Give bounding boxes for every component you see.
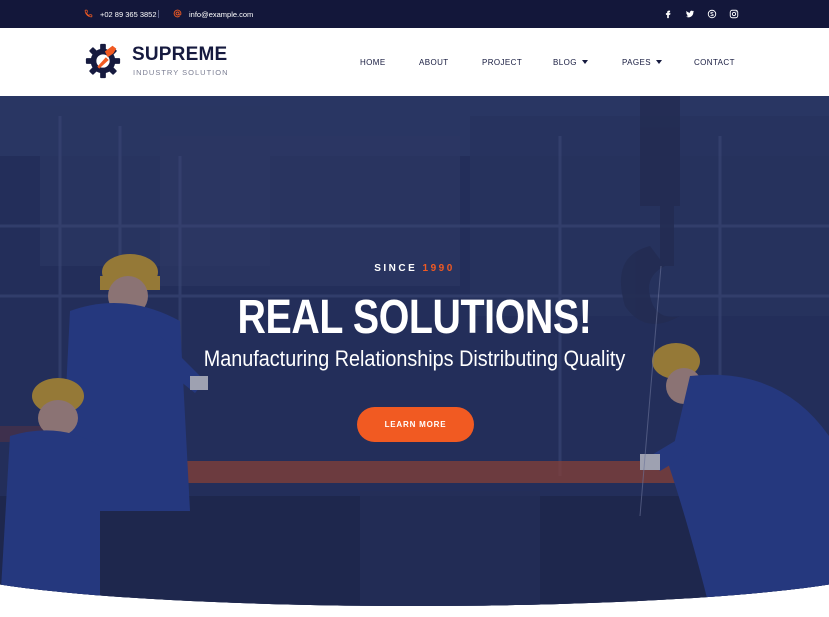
topbar-divider xyxy=(158,10,159,18)
nav-contact-label: CONTACT xyxy=(694,57,735,67)
social-links xyxy=(663,0,739,28)
nav-contact[interactable]: CONTACT xyxy=(694,28,735,96)
chevron-down-icon xyxy=(655,60,662,64)
nav-pages-label: PAGES xyxy=(622,57,651,67)
nav-about-label: ABOUT xyxy=(419,57,449,67)
facebook-icon[interactable] xyxy=(663,9,673,19)
since-label: SINCE 1990 xyxy=(0,263,829,274)
nav-project-label: PROJECT xyxy=(482,57,523,67)
nav-blog[interactable]: BLOG xyxy=(553,28,588,96)
since-year: 1990 xyxy=(422,263,455,274)
phone-icon xyxy=(84,9,93,20)
learn-more-button[interactable]: LEARN MORE xyxy=(357,407,474,442)
site-header: SUPREME INDUSTRY SOLUTION HOME ABOUT PRO… xyxy=(0,28,829,96)
hero-headline: REAL SOLUTIONS! xyxy=(237,291,592,344)
brand-tagline: INDUSTRY SOLUTION xyxy=(133,68,229,77)
at-icon xyxy=(173,9,182,20)
instagram-icon[interactable] xyxy=(729,9,739,19)
nav-home-label: HOME xyxy=(360,57,386,67)
email-address: info@example.com xyxy=(189,9,254,19)
topbar-phone[interactable]: +02 89 365 3852 xyxy=(84,0,157,28)
top-bar: +02 89 365 3852 info@example.com xyxy=(0,0,829,28)
nav-project[interactable]: PROJECT xyxy=(482,28,522,96)
skype-icon[interactable] xyxy=(707,9,717,19)
twitter-icon[interactable] xyxy=(685,9,695,19)
nav-blog-label: BLOG xyxy=(553,57,577,67)
gear-wrench-icon[interactable] xyxy=(84,42,122,80)
chevron-down-icon xyxy=(581,60,588,64)
topbar-email[interactable]: info@example.com xyxy=(173,0,253,28)
nav-about[interactable]: ABOUT xyxy=(419,28,449,96)
brand-name[interactable]: SUPREME xyxy=(132,44,227,66)
nav-pages[interactable]: PAGES xyxy=(622,28,662,96)
nav-home[interactable]: HOME xyxy=(360,28,386,96)
hero-subheadline: Manufacturing Relationships Distributing… xyxy=(203,346,626,371)
hero-section: SINCE 1990 REAL SOLUTIONS! Manufacturing… xyxy=(0,96,829,617)
since-text: SINCE xyxy=(374,263,418,274)
phone-number: +02 89 365 3852 xyxy=(100,9,157,19)
